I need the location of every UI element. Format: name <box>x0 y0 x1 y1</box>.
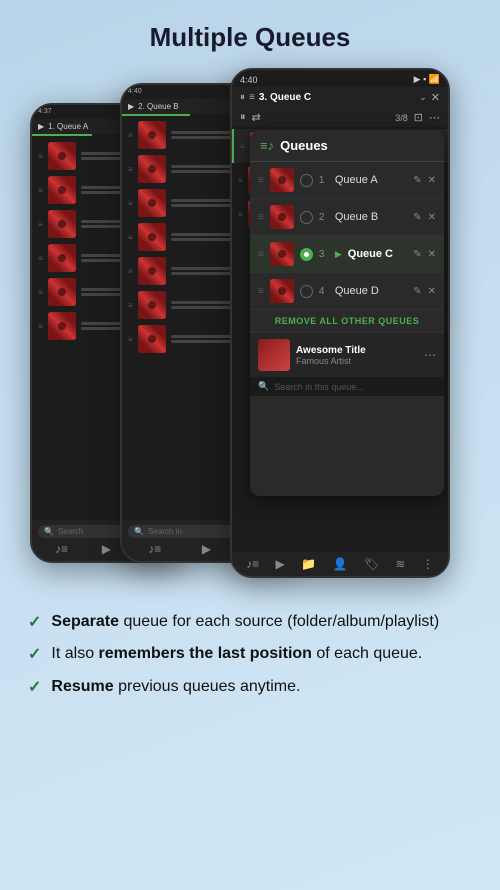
queue-row-a[interactable]: ≡ 1 Queue A ✎ ✕ <box>250 162 444 199</box>
queue-nav-icon[interactable]: ♪≡ <box>246 557 259 571</box>
track-thumb <box>138 189 166 217</box>
track-thumb <box>138 325 166 353</box>
more-nav-icon[interactable]: ⋮ <box>422 557 434 571</box>
now-playing-bar: Awesome Title Famous Artist ⋯ <box>250 333 444 377</box>
tag-nav-icon[interactable]: 🏷 <box>364 557 379 571</box>
eq-nav-icon[interactable]: ≋ <box>395 557 405 571</box>
queue-row-c[interactable]: ≡ 3 ▶ Queue C ✎ ✕ <box>250 236 444 273</box>
check-icon-1: ✓ <box>28 612 41 632</box>
edit-queue-b[interactable]: ✎ <box>413 212 421 223</box>
track-thumb <box>48 142 76 170</box>
edit-queue-a[interactable]: ✎ <box>413 175 421 186</box>
delete-queue-c[interactable]: ✕ <box>428 249 436 260</box>
track-thumb <box>48 312 76 340</box>
now-playing-thumb <box>258 339 290 371</box>
track-thumb <box>48 244 76 272</box>
check-icon-2: ✓ <box>28 644 41 664</box>
feature-1: ✓ Separate queue for each source (folder… <box>28 611 472 633</box>
remove-all-queues-button[interactable]: REMOVE ALL OTHER QUEUES <box>250 310 444 333</box>
track-thumb <box>138 291 166 319</box>
track-thumb <box>48 278 76 306</box>
bottom-nav-3: ♪≡ ▶ 📁 👤 🏷 ≋ ⋮ <box>232 552 448 576</box>
play-nav-icon[interactable]: ▶ <box>276 557 285 571</box>
track-thumb <box>138 155 166 183</box>
track-thumb <box>138 121 166 149</box>
queue-radio-a[interactable] <box>300 174 313 187</box>
feature-text-2: It also remembers the last position of e… <box>51 643 422 665</box>
folder-nav-icon[interactable]: 📁 <box>301 557 316 571</box>
edit-queue-d[interactable]: ✎ <box>413 286 421 297</box>
edit-queue-c[interactable]: ✎ <box>413 249 421 260</box>
queue-row-d[interactable]: ≡ 4 Queue D ✎ ✕ <box>250 273 444 310</box>
track-thumb <box>138 223 166 251</box>
feature-2: ✓ It also remembers the last position of… <box>28 643 472 665</box>
queue-icon: ≡♪ <box>260 138 274 153</box>
delete-queue-a[interactable]: ✕ <box>428 175 436 186</box>
queue-radio-b[interactable] <box>300 211 313 224</box>
phone-front: 4:40 ▶ ▪ 📶 ⏸ ≡ 3. Queue C ⌄ ✕ ⏸ ⇄ 3/8 ⊡ … <box>230 68 450 578</box>
phones-showcase: 4:37 ▶ ▶ 1. Queue A ≡ ≡ <box>20 63 480 593</box>
queue-thumb-a <box>270 168 294 192</box>
queue-thumb-d <box>270 279 294 303</box>
status-bar-3: 4:40 ▶ ▪ 📶 <box>232 70 448 87</box>
queue-thumb-b <box>270 205 294 229</box>
delete-queue-d[interactable]: ✕ <box>428 286 436 297</box>
queue-header-3: ⏸ ≡ 3. Queue C ⌄ ✕ <box>232 87 448 108</box>
track-thumb <box>138 257 166 285</box>
queue-row-b[interactable]: ≡ 2 Queue B ✎ ✕ <box>250 199 444 236</box>
queue-radio-c[interactable] <box>300 248 313 261</box>
control-bar-3: ⏸ ⇄ 3/8 ⊡ ⋯ <box>232 108 448 127</box>
delete-queue-b[interactable]: ✕ <box>428 212 436 223</box>
features-list: ✓ Separate queue for each source (folder… <box>0 593 500 718</box>
queues-panel: ≡♪ Queues ≡ 1 Queue A ✎ ✕ ≡ 2 <box>250 130 444 496</box>
queue-search-bar[interactable]: 🔍 Search in this queue... <box>250 377 444 396</box>
feature-text-1: Separate queue for each source (folder/a… <box>51 611 439 633</box>
person-nav-icon[interactable]: 👤 <box>332 557 347 571</box>
track-thumb <box>48 176 76 204</box>
feature-text-3: Resume previous queues anytime. <box>51 676 300 698</box>
more-options-button[interactable]: ⋯ <box>424 348 436 362</box>
feature-3: ✓ Resume previous queues anytime. <box>28 676 472 698</box>
queue-radio-d[interactable] <box>300 285 313 298</box>
page-title: Multiple Queues <box>0 0 500 63</box>
queue-thumb-c <box>270 242 294 266</box>
track-thumb <box>48 210 76 238</box>
check-icon-3: ✓ <box>28 677 41 697</box>
queues-panel-header: ≡♪ Queues <box>250 130 444 162</box>
search-icon: 🔍 <box>258 381 269 392</box>
